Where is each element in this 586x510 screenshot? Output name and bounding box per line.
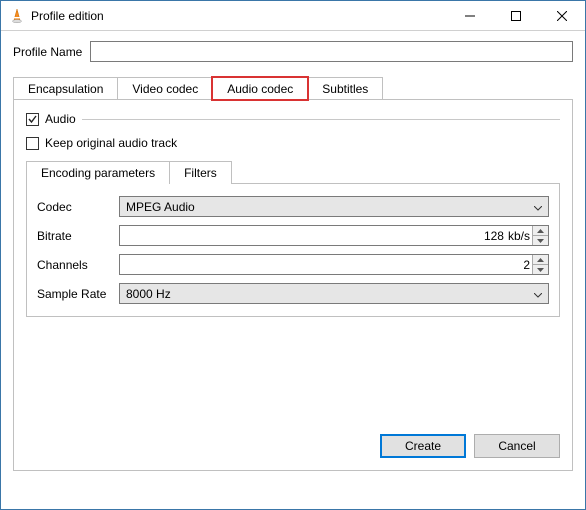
bitrate-value: 128 — [120, 229, 508, 243]
codec-label: Codec — [37, 200, 119, 214]
tab-audio-codec[interactable]: Audio codec — [212, 77, 308, 100]
audio-section-label: Audio — [45, 112, 76, 126]
channels-label: Channels — [37, 258, 119, 272]
subtab-encoding[interactable]: Encoding parameters — [26, 161, 170, 184]
bitrate-up-button[interactable] — [533, 226, 548, 236]
window-title: Profile edition — [31, 9, 447, 23]
chevron-down-icon — [534, 287, 542, 301]
samplerate-label: Sample Rate — [37, 287, 119, 301]
close-button[interactable] — [539, 1, 585, 31]
dialog-buttons: Create Cancel — [380, 434, 560, 458]
bitrate-down-button[interactable] — [533, 236, 548, 245]
audio-checkbox[interactable] — [26, 113, 39, 126]
bitrate-label: Bitrate — [37, 229, 119, 243]
channels-spinner[interactable]: 2 — [119, 254, 549, 275]
tab-encapsulation[interactable]: Encapsulation — [13, 77, 118, 100]
tab-subtitles[interactable]: Subtitles — [307, 77, 383, 100]
samplerate-value: 8000 Hz — [126, 287, 171, 301]
codec-value: MPEG Audio — [126, 200, 195, 214]
profile-name-label: Profile Name — [13, 45, 82, 59]
profile-name-input[interactable] — [90, 41, 573, 62]
main-tabs: Encapsulation Video codec Audio codec Su… — [13, 76, 573, 99]
divider — [82, 119, 560, 120]
bitrate-spinner[interactable]: 128 kb/s — [119, 225, 549, 246]
samplerate-select[interactable]: 8000 Hz — [119, 283, 549, 304]
tab-panel-audio: Audio Keep original audio track Encoding… — [13, 99, 573, 471]
minimize-button[interactable] — [447, 1, 493, 31]
subtab-filters[interactable]: Filters — [169, 161, 232, 184]
create-button[interactable]: Create — [380, 434, 466, 458]
chevron-down-icon — [534, 200, 542, 214]
keep-original-checkbox[interactable] — [26, 137, 39, 150]
codec-select[interactable]: MPEG Audio — [119, 196, 549, 217]
tab-video-codec[interactable]: Video codec — [117, 77, 213, 100]
keep-original-label: Keep original audio track — [45, 136, 177, 150]
encoding-panel: Codec MPEG Audio Bitrate 128 kb/s — [26, 183, 560, 317]
maximize-button[interactable] — [493, 1, 539, 31]
cancel-button[interactable]: Cancel — [474, 434, 560, 458]
titlebar: Profile edition — [1, 1, 585, 31]
sub-tabs: Encoding parameters Filters — [26, 160, 560, 183]
channels-down-button[interactable] — [533, 265, 548, 274]
channels-value: 2 — [120, 258, 548, 272]
content-area: Profile Name Encapsulation Video codec A… — [1, 31, 585, 483]
channels-up-button[interactable] — [533, 255, 548, 265]
app-icon — [9, 8, 25, 24]
